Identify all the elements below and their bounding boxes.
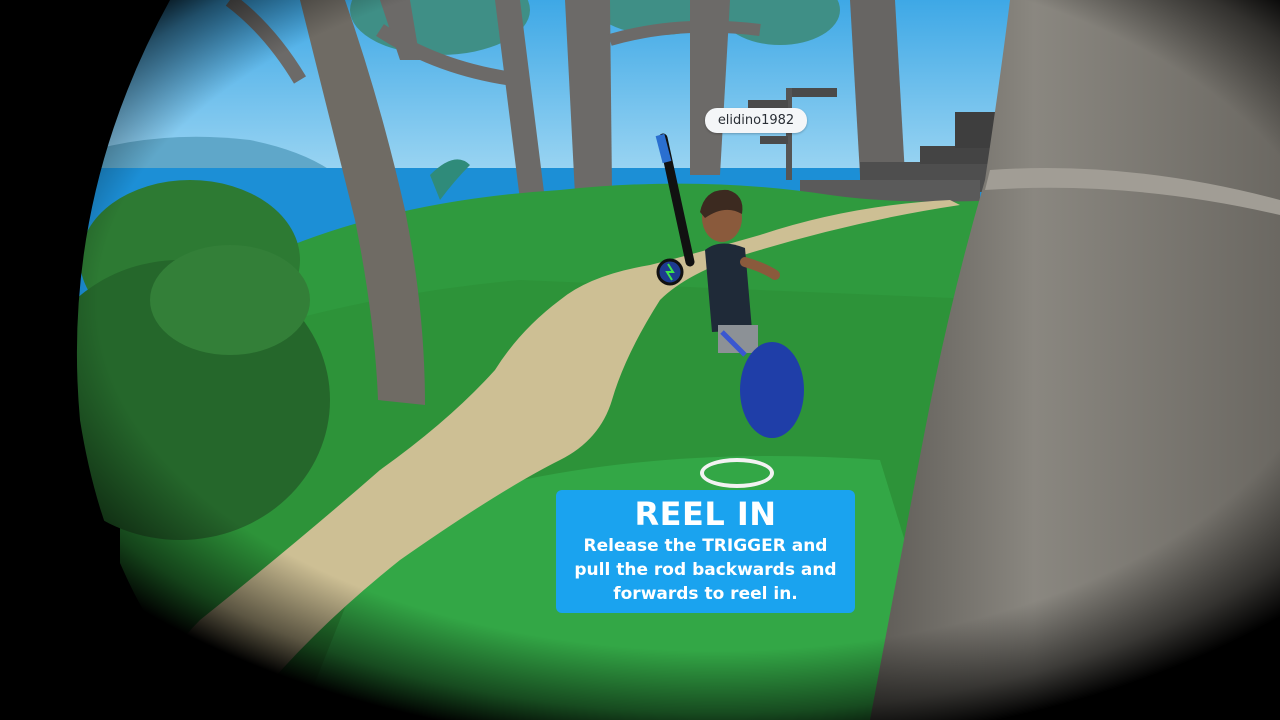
target-ring-marker xyxy=(700,458,774,488)
reel-in-instruction-panel: REEL IN Release the TRIGGER and pull the… xyxy=(556,490,855,613)
player-nametag: elidino1982 xyxy=(705,108,807,133)
vr-game-viewport: elidino1982 REEL IN Release the TRIGGER … xyxy=(0,0,1280,720)
instruction-body: Release the TRIGGER and pull the rod bac… xyxy=(574,536,837,604)
instruction-title: REEL IN xyxy=(634,495,777,533)
